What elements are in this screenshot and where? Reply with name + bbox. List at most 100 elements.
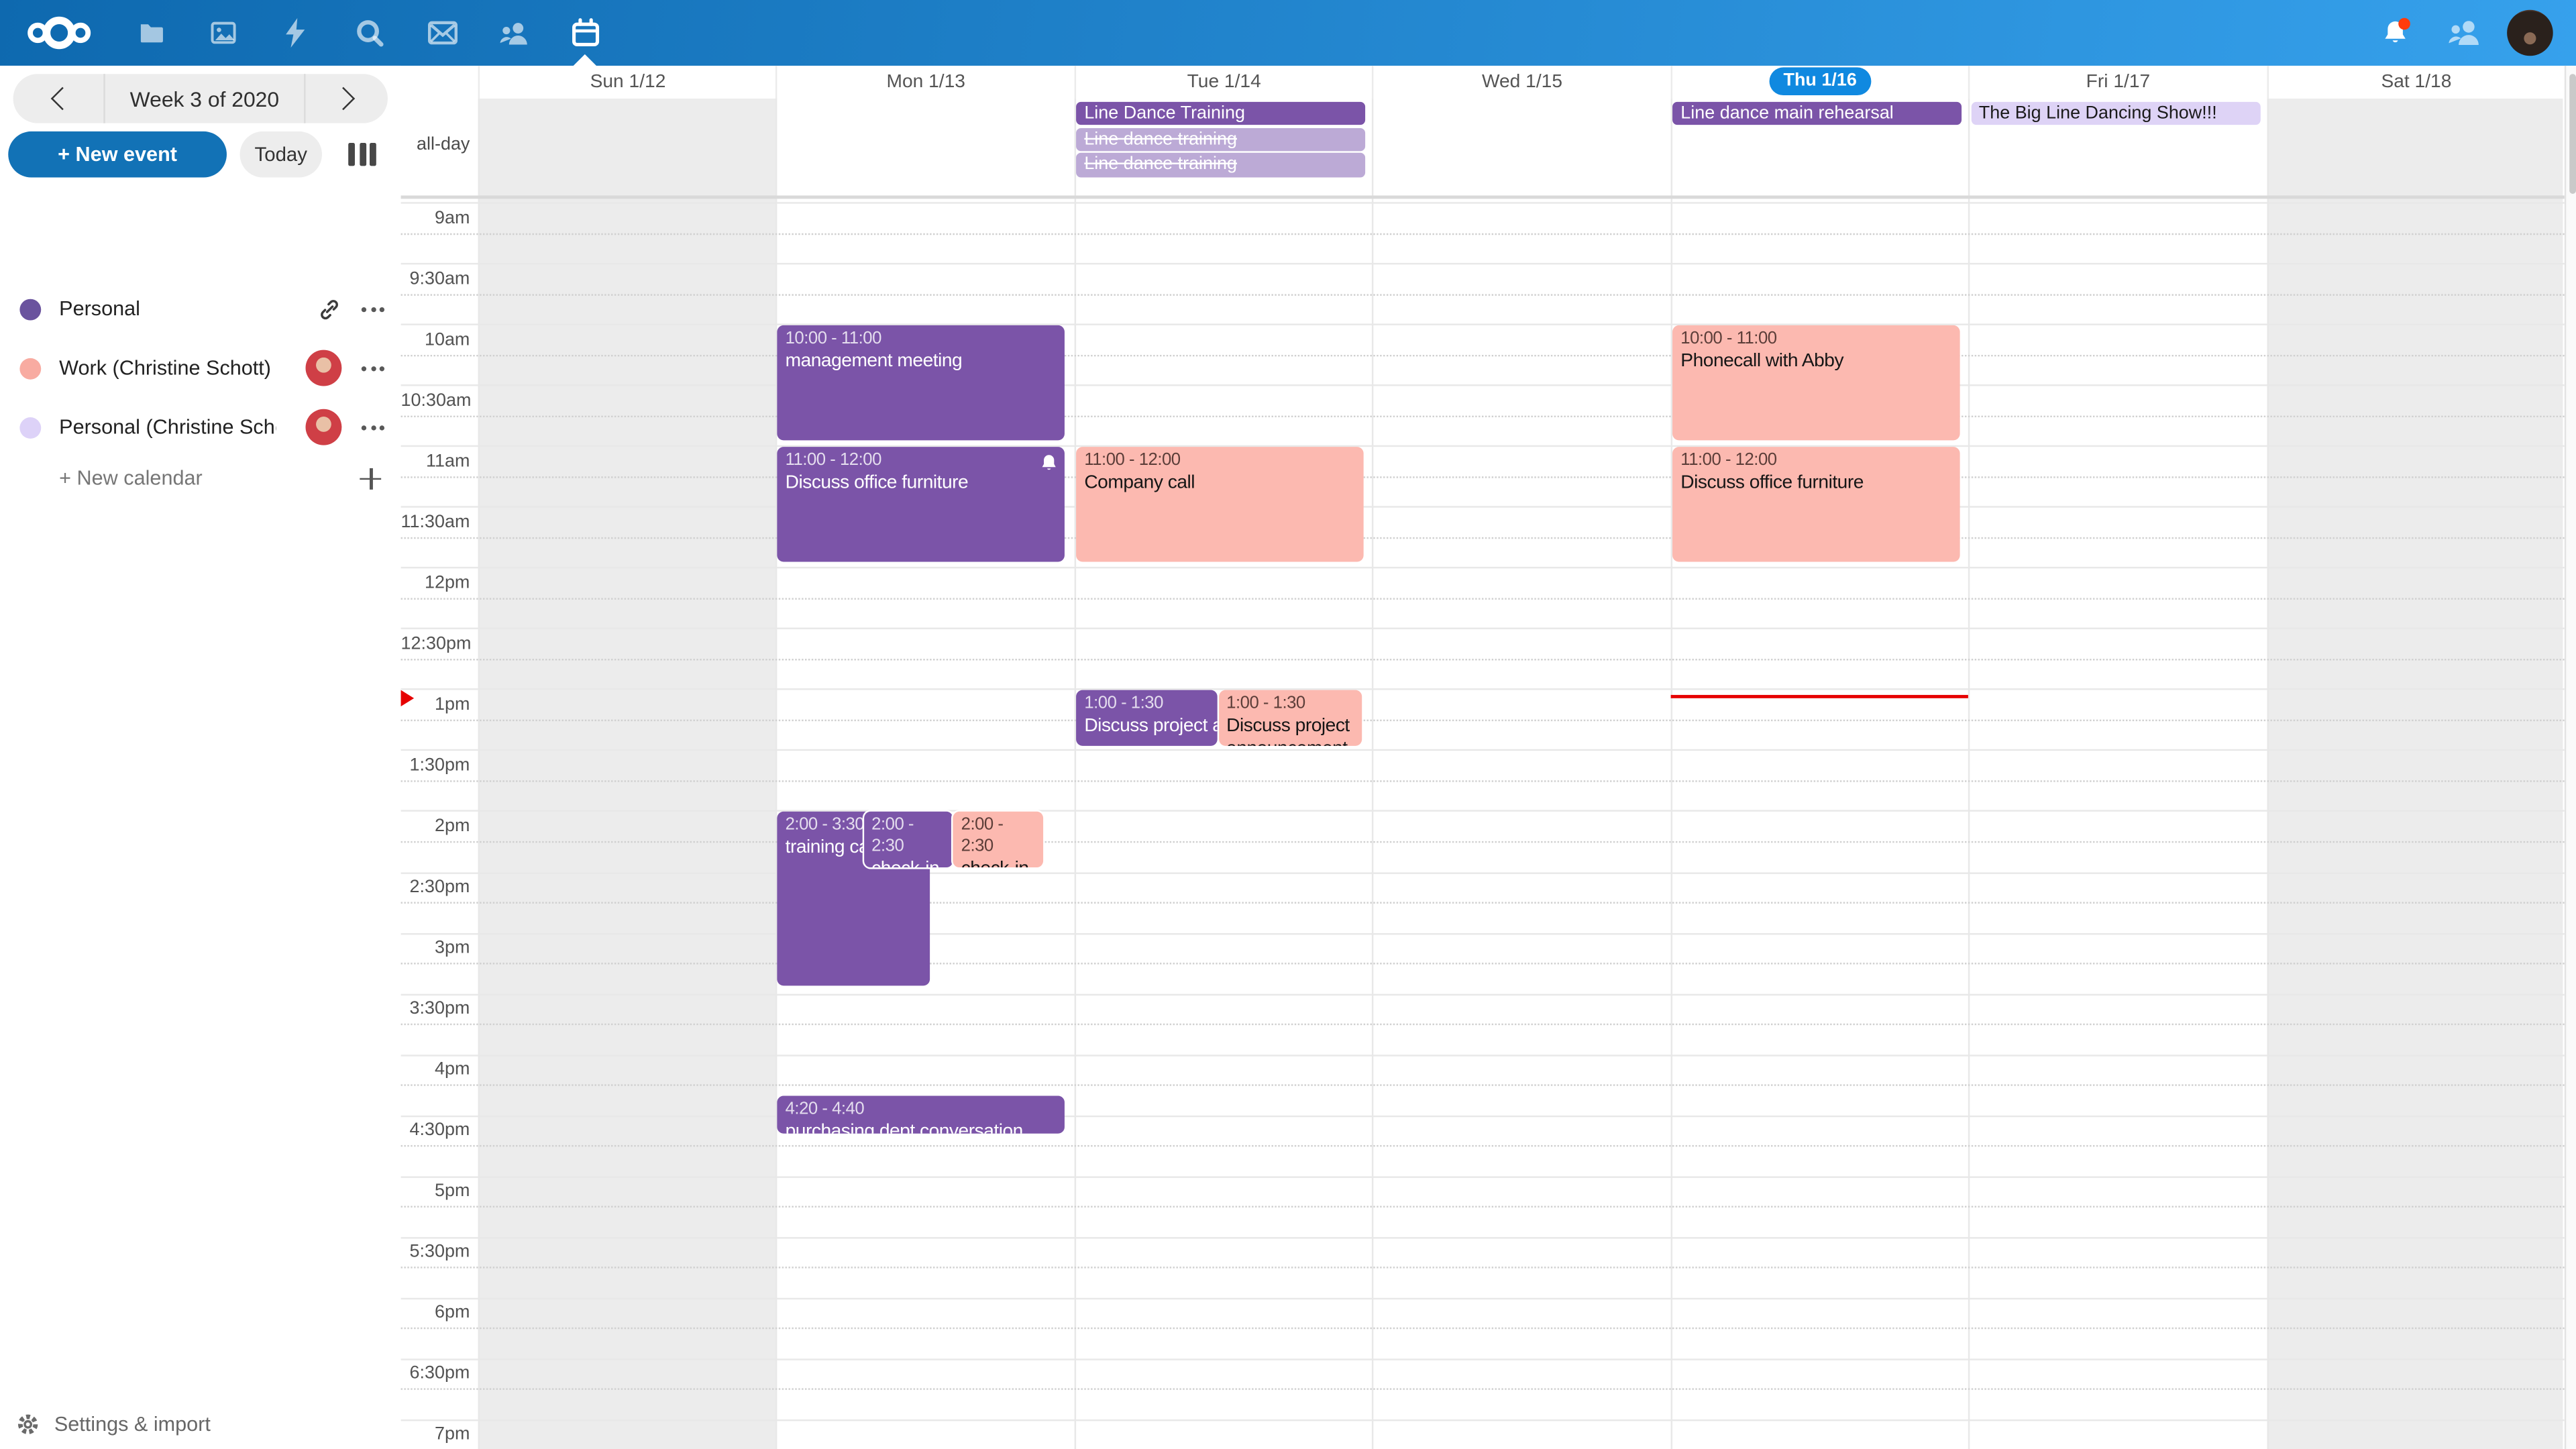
event-title: Discuss office furniture: [1680, 471, 1951, 494]
contacts-icon[interactable]: [476, 0, 549, 66]
nextcloud-logo-icon[interactable]: [23, 0, 95, 66]
allday-event[interactable]: Line Dance Training: [1076, 101, 1365, 125]
allday-event[interactable]: The Big Line Dancing Show!!!: [1971, 101, 2260, 125]
mail-icon[interactable]: [406, 0, 478, 66]
new-calendar-button[interactable]: + New calendar: [0, 457, 401, 500]
time-label: 12pm: [401, 568, 470, 598]
files-icon[interactable]: [115, 0, 187, 66]
calendar-more-icon[interactable]: [358, 418, 388, 436]
event-time: 11:00 - 12:00: [1084, 449, 1354, 471]
plus-icon: [360, 468, 381, 489]
time-label: 2:30pm: [401, 872, 470, 902]
time-label: 2pm: [401, 812, 470, 841]
owner-avatar: [306, 409, 342, 445]
event-check-in-pink[interactable]: 2:00 - 2:30 check-in: [953, 812, 1042, 867]
time-label: 11:30am: [401, 508, 470, 537]
new-event-button[interactable]: + New event: [8, 131, 227, 178]
event-title: check-in: [871, 858, 945, 867]
event-title: Phonecall with Abby: [1680, 349, 1951, 372]
user-avatar[interactable]: [2494, 0, 2567, 66]
time-label: 5pm: [401, 1176, 470, 1205]
event-discuss-office-furniture-thu[interactable]: 11:00 - 12:00 Discuss office furniture: [1672, 446, 1959, 562]
sidebar: Week 3 of 2020 + New event Today Persona…: [0, 66, 401, 1449]
view-switcher-icon[interactable]: [348, 143, 376, 166]
photos-icon[interactable]: [187, 0, 260, 66]
settings-import-label: Settings & import: [54, 1413, 211, 1436]
event-discuss-project-announcement-purple[interactable]: 1:00 - 1:30 Discuss project announcement: [1076, 690, 1218, 745]
event-check-in-purple[interactable]: 2:00 - 2:30 check-in: [863, 812, 953, 867]
day-header-row: Sun 1/12 Mon 1/13 Tue 1/14 Wed 1/15 Thu …: [401, 66, 2565, 99]
event-time: 11:00 - 12:00: [786, 449, 1056, 471]
time-grid: [401, 199, 2565, 1449]
settings-import-button[interactable]: Settings & import: [16, 1413, 210, 1436]
chevron-right-icon: [332, 87, 356, 111]
event-discuss-office-furniture-mon[interactable]: 11:00 - 12:00 Discuss office furniture: [777, 446, 1063, 562]
calendar-name: Work (Christine Schott): [59, 356, 276, 379]
event-title: purchasing dept conversation: [786, 1120, 1056, 1132]
event-phonecall-with-abby[interactable]: 10:00 - 11:00 Phonecall with Abby: [1672, 325, 1959, 441]
activity-icon[interactable]: [260, 0, 332, 66]
allday-event[interactable]: Line dance main rehearsal: [1672, 101, 1962, 125]
calendar-more-icon[interactable]: [358, 300, 388, 318]
search-icon[interactable]: [333, 0, 406, 66]
allday-event-cancelled[interactable]: Line dance training: [1076, 127, 1365, 152]
time-label: 6pm: [401, 1298, 470, 1328]
day-header-wed[interactable]: Wed 1/15: [1373, 66, 1670, 99]
time-label: 12:30pm: [401, 629, 470, 659]
allday-event-cancelled[interactable]: Line dance training: [1076, 153, 1365, 177]
event-time: 4:20 - 4:40: [786, 1099, 1056, 1120]
day-header-mon[interactable]: Mon 1/13: [776, 66, 1074, 99]
scrollbar[interactable]: [2565, 66, 2576, 1449]
time-label: 11am: [401, 447, 470, 476]
time-label: 5:30pm: [401, 1237, 470, 1267]
event-title: Discuss project announcement: [1226, 714, 1354, 745]
day-header-thu[interactable]: Thu 1/16: [1670, 66, 1968, 99]
time-label: 4pm: [401, 1055, 470, 1084]
event-title: management meeting: [786, 349, 1056, 372]
event-title: Discuss project announcement: [1084, 714, 1217, 737]
contacts-menu-icon[interactable]: [2426, 0, 2499, 66]
calendar-name: Personal: [59, 297, 276, 320]
calendar-list-item-personal-shared[interactable]: Personal (Christine Scho...: [0, 404, 401, 450]
event-company-call[interactable]: 11:00 - 12:00 Company call: [1076, 446, 1362, 562]
share-link-icon[interactable]: [317, 297, 342, 321]
previous-week-button[interactable]: [13, 74, 105, 123]
calendar-color-dot: [19, 298, 41, 319]
new-calendar-label: + New calendar: [59, 467, 360, 490]
time-label: 3pm: [401, 933, 470, 963]
calendar-list-item-personal[interactable]: Personal: [0, 286, 401, 332]
next-week-button[interactable]: [304, 74, 388, 123]
event-time: 1:00 - 1:30: [1084, 693, 1217, 714]
chevron-left-icon: [50, 87, 74, 111]
time-label: 10am: [401, 325, 470, 355]
event-time: 2:00 - 2:30: [871, 815, 945, 858]
time-label: 9am: [401, 204, 470, 233]
today-pill[interactable]: Thu 1/16: [1768, 67, 1871, 95]
event-discuss-project-announcement-pink[interactable]: 1:00 - 1:30 Discuss project announcement: [1218, 690, 1362, 745]
calendar-name: Personal (Christine Scho...: [59, 416, 276, 439]
event-title: check-in: [961, 858, 1034, 867]
day-header-tue[interactable]: Tue 1/14: [1074, 66, 1372, 99]
time-label: 10:30am: [401, 386, 470, 416]
all-day-label: all-day: [401, 135, 470, 154]
time-label: 9:30am: [401, 264, 470, 294]
event-title: Company call: [1084, 471, 1354, 494]
day-header-fri[interactable]: Fri 1/17: [1968, 66, 2266, 99]
week-range-label[interactable]: Week 3 of 2020: [105, 87, 304, 111]
calendar-list-item-work[interactable]: Work (Christine Schott): [0, 345, 401, 391]
today-button[interactable]: Today: [240, 131, 322, 178]
event-management-meeting[interactable]: 10:00 - 11:00 management meeting: [777, 325, 1063, 441]
owner-avatar: [306, 350, 342, 386]
time-label: 6:30pm: [401, 1358, 470, 1388]
now-indicator-line: [1670, 695, 1968, 698]
scrollbar-thumb[interactable]: [2569, 74, 2575, 194]
notifications-bell-icon[interactable]: [2361, 0, 2433, 66]
event-time: 11:00 - 12:00: [1680, 449, 1951, 471]
app-window: Week 3 of 2020 + New event Today Persona…: [0, 0, 2576, 1449]
day-header-sat[interactable]: Sat 1/18: [2267, 66, 2565, 99]
event-purchasing-dept-conversation[interactable]: 4:20 - 4:40 purchasing dept conversation: [777, 1095, 1063, 1132]
time-label: 4:30pm: [401, 1116, 470, 1145]
day-header-sun[interactable]: Sun 1/12: [478, 66, 776, 99]
calendar-more-icon[interactable]: [358, 359, 388, 377]
time-label: 7pm: [401, 1419, 470, 1449]
